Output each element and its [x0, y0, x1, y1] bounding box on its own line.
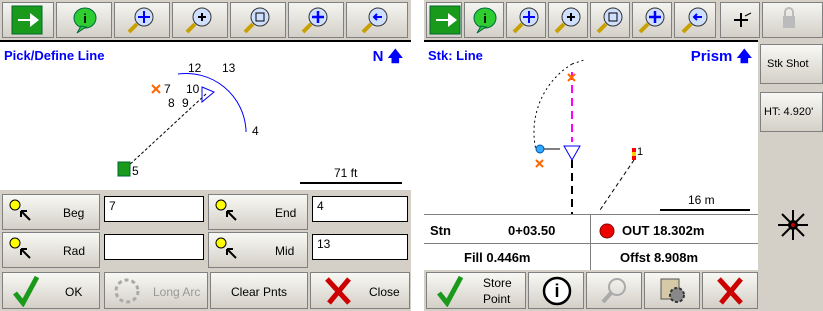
pan-icon [638, 7, 665, 34]
zoom-in-icon [554, 7, 581, 34]
stk-shot-button[interactable]: Stk Shot [760, 44, 823, 84]
right-zoom-window-button[interactable] [590, 2, 630, 38]
pick-point-icon [215, 199, 237, 221]
pt-5: 5 [132, 164, 139, 178]
left-next-button[interactable] [2, 2, 54, 38]
zoom-extents-icon [127, 7, 154, 34]
point-1-label: 1 [637, 146, 644, 158]
right-note-button[interactable]: i [464, 2, 504, 38]
laser-icon[interactable] [768, 205, 818, 245]
long-arc-button: Long Arc [104, 272, 208, 309]
red-x-icon [717, 277, 743, 305]
right-sidebar: Stk Shot HT: 4.920' [758, 40, 823, 311]
status-red-dot-icon [599, 223, 615, 239]
scale-label: 71 ft [334, 166, 358, 180]
pt-4: 4 [252, 124, 259, 138]
gear-icon [660, 278, 685, 303]
readout-vdivider [590, 215, 591, 271]
left-zoom-extents-button[interactable] [114, 2, 170, 38]
fill-value: Fill 0.446m [464, 250, 531, 265]
speech-bubble-icon: i [473, 7, 497, 34]
pick-point-icon [215, 237, 237, 259]
right-zoom-in-button[interactable] [548, 2, 588, 38]
pick-point-icon [9, 237, 31, 259]
ht-button[interactable]: HT: 4.920' [760, 92, 823, 132]
crosshair-icon [734, 12, 752, 27]
checkmark-icon [437, 275, 464, 307]
pick-point-icon [9, 199, 31, 221]
settings-button [762, 2, 823, 38]
left-form: Beg 7 End 4 Rad Mid 13 OK Long Arc Clear… [0, 190, 411, 311]
search-button [586, 272, 642, 309]
right-scale-label: 16 m [688, 193, 715, 207]
rad-pick-button[interactable]: Rad [2, 232, 100, 268]
pt-10: 10 [186, 82, 200, 96]
green-arrow-icon [11, 5, 43, 35]
pt-13: 13 [222, 61, 236, 75]
zoom-window-icon [243, 7, 270, 34]
red-x-icon [325, 277, 351, 305]
offst-value: Offst 8.908m [620, 250, 699, 265]
green-arrow-icon [429, 5, 461, 35]
beg-field[interactable]: 7 [104, 196, 204, 222]
speech-bubble-icon: i [73, 7, 97, 34]
readout-panel: Stn 0+03.50 OUT 18.302m Fill 0.446m Offs… [424, 214, 758, 271]
right-pan-button[interactable] [632, 2, 672, 38]
checkmark-icon [13, 275, 40, 307]
crosshair-button[interactable] [720, 2, 760, 38]
zoom-previous-icon [361, 7, 388, 34]
right-back-button[interactable] [674, 2, 716, 38]
left-pan-button[interactable] [288, 2, 344, 38]
cancel-button[interactable] [702, 272, 758, 309]
left-back-button[interactable] [346, 2, 408, 38]
rad-field[interactable] [104, 234, 204, 260]
beg-pick-button[interactable]: Beg [2, 194, 100, 230]
config-button[interactable] [644, 272, 700, 309]
right-map[interactable]: Stk: Line Prism 🡅 1 16 m [424, 40, 758, 216]
left-map[interactable]: Pick/Define Line N 🡅 12 13 7 10 8 9 4 5 … [0, 40, 411, 190]
end-pick-button[interactable]: End [208, 194, 308, 230]
search-icon [601, 278, 626, 304]
right-zoom-extents-button[interactable] [506, 2, 546, 38]
lock-icon [783, 7, 795, 28]
mid-field[interactable]: 13 [312, 234, 408, 260]
close-button[interactable]: Close [310, 272, 410, 309]
right-linework [533, 59, 750, 216]
right-bottom-bar: Store Point i [424, 270, 758, 311]
svg-text:i: i [83, 11, 87, 26]
info-icon: i [542, 276, 572, 306]
zoom-previous-icon [681, 7, 708, 34]
stn-value: 0+03.50 [508, 223, 556, 238]
end-field[interactable]: 4 [312, 196, 408, 222]
zoom-window-icon [596, 7, 623, 34]
info-button[interactable]: i [528, 272, 584, 309]
mid-pick-button[interactable]: Mid [208, 232, 308, 268]
arc-icon [114, 278, 140, 304]
zoom-in-icon [185, 7, 212, 34]
pt-12: 12 [188, 61, 202, 75]
ok-button[interactable]: OK [2, 272, 100, 309]
readout-divider [424, 243, 758, 244]
out-value: OUT 18.302m [622, 223, 705, 238]
pt-7: 7 [164, 82, 171, 96]
pt-9: 9 [182, 96, 189, 110]
pan-icon [301, 7, 328, 34]
right-toolbar: i [424, 0, 823, 40]
pt-8: 8 [168, 96, 175, 110]
left-zoom-in-button[interactable] [172, 2, 228, 38]
svg-text:i: i [483, 11, 487, 26]
svg-text:i: i [554, 281, 559, 301]
left-toolbar: i [0, 0, 411, 40]
stn-label: Stn [430, 223, 451, 238]
store-point-button[interactable]: Store Point [426, 272, 526, 309]
right-next-button[interactable] [426, 2, 462, 38]
clear-pnts-button[interactable]: Clear Pnts [210, 272, 308, 309]
left-zoom-window-button[interactable] [230, 2, 286, 38]
left-note-button[interactable]: i [56, 2, 112, 38]
zoom-extents-icon [512, 7, 539, 34]
